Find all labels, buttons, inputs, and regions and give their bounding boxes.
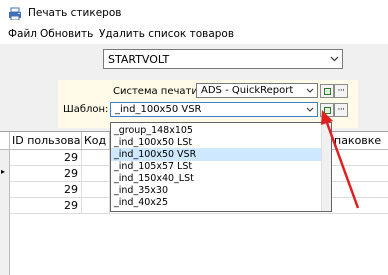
select-icon (323, 106, 331, 114)
menu-bar: Файл Обновить Удалить список товаров (0, 26, 388, 44)
template-dropdown-list[interactable]: _group_148x105 _ind_100x50 LSt _ind_100x… (110, 122, 332, 212)
cell-product-code (82, 166, 110, 182)
cell-product-code (82, 182, 110, 198)
template-select-button[interactable] (320, 103, 334, 117)
cell-product-code (82, 198, 110, 214)
column-header-product-code[interactable]: Код т (82, 132, 110, 150)
template-more-button[interactable]: ··· (334, 103, 348, 117)
cell-user-id: 29 (10, 198, 82, 214)
cell-product-code (82, 150, 110, 166)
company-combo[interactable]: STARTVOLT (103, 49, 343, 69)
dropdown-option[interactable]: _ind_40x25 (111, 196, 331, 209)
print-system-value: ADS - QuickReport (201, 85, 294, 96)
print-system-more-button[interactable]: ··· (334, 84, 348, 98)
company-combo-value: STARTVOLT (108, 53, 170, 66)
cell-user-id: 29 (10, 150, 82, 166)
template-combo[interactable]: _ind_100x50 VSR (110, 102, 318, 117)
chevron-down-icon[interactable] (302, 84, 317, 97)
ellipsis-icon: ··· (337, 104, 345, 115)
cell-user-id: 29 (10, 182, 82, 198)
print-system-combo[interactable]: ADS - QuickReport (196, 83, 318, 98)
window-title: Печать стикеров (28, 7, 122, 19)
template-value: _ind_100x50 VSR (115, 104, 202, 115)
column-header-user-id[interactable]: ID пользова (10, 132, 82, 150)
print-system-select-button[interactable] (320, 84, 334, 98)
ellipsis-icon: ··· (337, 85, 345, 96)
menu-file[interactable]: Файл (8, 28, 37, 40)
column-header-package[interactable]: паковке (332, 132, 388, 150)
select-icon (323, 87, 331, 95)
grid-corner (0, 132, 10, 150)
cell-user-id: 29 (10, 166, 82, 182)
printer-app-icon (9, 7, 21, 20)
print-system-label: Система печати: (113, 86, 202, 97)
chevron-down-icon[interactable] (302, 103, 317, 116)
chevron-down-icon[interactable] (327, 50, 342, 68)
menu-refresh[interactable]: Обновить (40, 28, 93, 40)
current-row-indicator-icon: ▸ (1, 167, 6, 176)
menu-delete-products[interactable]: Удалить список товаров (99, 28, 234, 40)
row-indicator-column: ▸ (0, 150, 10, 275)
title-bar: Печать стикеров (0, 0, 388, 26)
template-label: Шаблон: (63, 104, 109, 115)
dropdown-scrollbar[interactable] (321, 123, 331, 211)
